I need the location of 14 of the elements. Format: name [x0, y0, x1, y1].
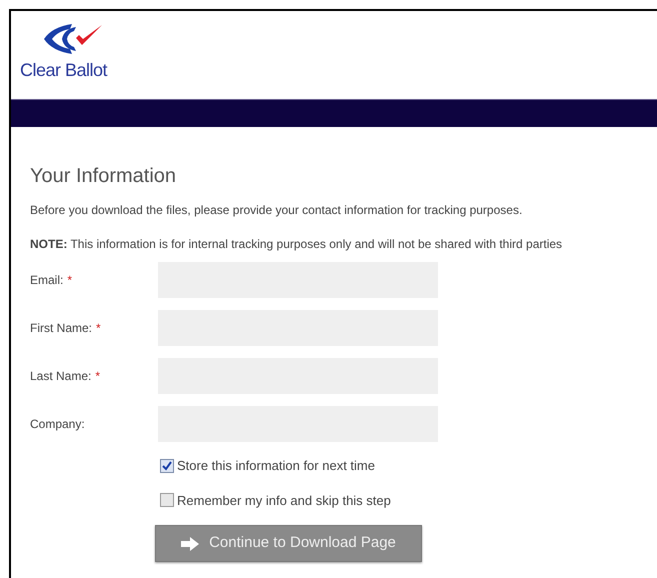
logo-text: Clear Ballot: [20, 61, 108, 79]
intro-text: Before you download the files, please provide your contact information for tracking purposes.: [30, 202, 524, 219]
field-label: First Name: *: [30, 320, 102, 337]
checkbox-label: Store this information for next time: [177, 457, 375, 475]
checkbox[interactable]: [160, 493, 174, 508]
checkbox-label: Remember my info and skip this step: [177, 492, 391, 510]
arrow-icon: [181, 536, 200, 550]
field-label: Last Name: *: [30, 368, 102, 385]
field-label: Email: *: [30, 272, 74, 289]
page-heading: Your Information: [30, 166, 178, 186]
note-text: NOTE: This information is for internal tracking purposes only and will not be shared with third parties: [30, 236, 564, 253]
continue-button[interactable]: Continue to Download Page: [155, 525, 422, 562]
checkbox[interactable]: [160, 458, 174, 473]
field-label: Company:: [30, 416, 86, 433]
